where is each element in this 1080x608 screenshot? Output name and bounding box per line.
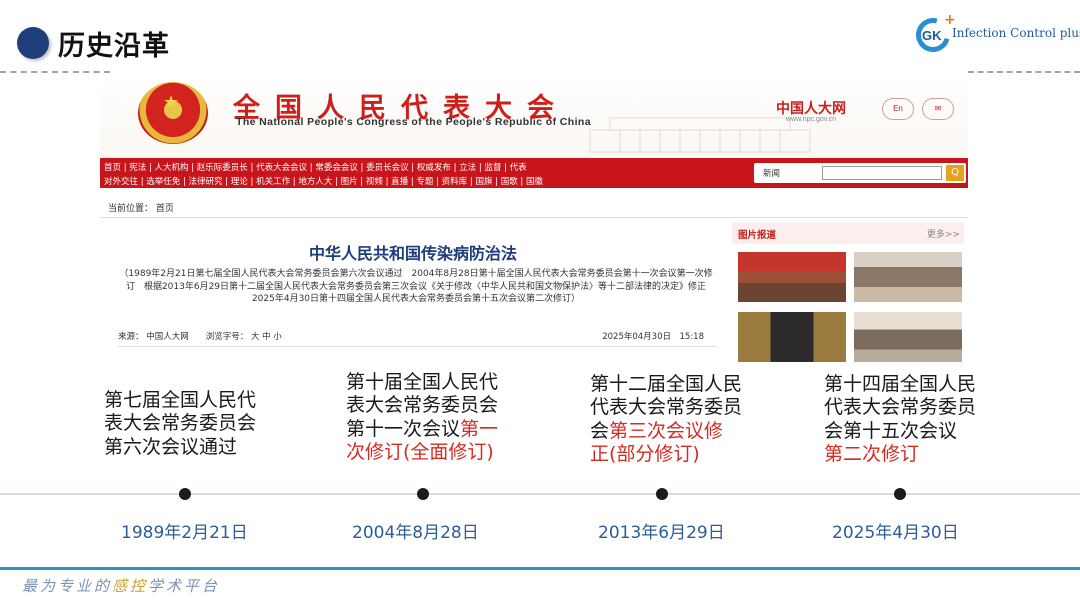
breadcrumb-text: 当前位置： 首页 [108,204,174,214]
photo-seminar [854,312,962,362]
nav-row-1: 首页 | 宪法 | 人大机构 | 赵乐际委员长 | 代表大会会议 | 常委会会议… [104,163,527,173]
timeline-event-highlight: 第三次会议修正(部分修订) [590,419,724,466]
npc-nav-bar: 首页 | 宪法 | 人大机构 | 赵乐际委员长 | 代表大会会议 | 常委会会议… [100,158,968,188]
nav-row-2: 对外交往 | 选举任免 | 法律研究 | 理论 | 机关工作 | 地方人大 | … [104,177,543,187]
slogan-part-1: 最为专业的 [22,577,113,595]
timeline-event-text: 第十四届全国人民代表大会常务委员会第十五次会议 [824,373,977,442]
title-dashed-rule [0,71,110,73]
timeline-date: 2025年4月30日 [832,523,959,543]
law-source: 来源： 中国人大网 浏览字号： 大 中 小 [118,332,282,342]
npc-webpage-screenshot: ★ 全国人民代表大会 The National People's Congres… [100,78,968,368]
logo-text: Infection Control plus [952,26,1080,40]
photo-conference-room [854,252,962,302]
search-category-label: 新闻 [763,169,781,179]
timeline-event-highlight: 第二次修订 [824,443,920,466]
npc-site-url: www.npc.gov.cn [786,116,837,123]
logo-letters: GK [922,28,942,43]
law-publish-date: 2025年04月30日 15:18 [602,332,704,342]
photo-handshake [738,312,846,362]
law-article: 中华人民共和国传染病防治法 （1989年2月21日第七届全国人民代表大会常务委员… [110,218,716,368]
timeline-event-4: 第十四届全国人民代表大会常务委员会第十五次会议第二次修订 [824,373,976,467]
npc-banner: ★ 全国人民代表大会 The National People's Congres… [100,78,968,158]
timeline-axis [0,493,1080,495]
timeline-dot [656,488,668,500]
footer-rule [0,567,1080,570]
slogan-part-2: 感控 [112,577,149,595]
slogan-part-3: 学术平台 [148,577,221,595]
photo-report-title: 图片报道 [738,230,777,241]
timeline-date: 1989年2月21日 [121,523,248,543]
english-button: En [882,98,914,120]
timeline-dot [179,488,191,500]
law-meta: 来源： 中国人大网 浏览字号： 大 中 小 2025年04月30日 15:18 [118,330,716,347]
photo-report-more: 更多>> [926,230,960,240]
npc-search: 新闻 Q [754,163,966,183]
emblem-star-icon: ★ [163,92,180,113]
timeline-date: 2004年8月28日 [352,523,479,543]
slide-title: 历史沿革 [58,31,170,62]
title-bullet-dot [17,27,49,59]
logo-dashed-rule [968,71,1080,73]
infection-control-plus-logo: GK + Infection Control plus [909,11,1080,59]
breadcrumb: 当前位置： 首页 [100,196,968,218]
law-revision-note: （1989年2月21日第七届全国人民代表大会常务委员会第六次会议通过 2004年… [119,269,716,304]
timeline-event-text: 第七届全国人民代表大会常务委员会第六次会议通过 [104,389,257,458]
footer-slogan: 最为专业的感控学术平台 [22,575,220,596]
search-input [822,166,942,180]
npc-name-en: The National People's Congress of the Pe… [236,116,591,128]
timeline-date: 2013年6月29日 [598,523,725,543]
law-title: 中华人民共和国传染病防治法 [308,244,517,263]
search-icon: Q [946,165,964,181]
timeline-dot [894,488,906,500]
npc-site-name: 中国人大网 [776,101,846,117]
timeline-event-3: 第十二届全国人民代表大会常务委员会第三次会议修正(部分修订) [590,373,742,467]
photo-report-header: 图片报道 更多>> [732,222,964,244]
photo-meeting-hall [738,252,846,302]
photo-report-panel: 图片报道 更多>> [732,222,968,368]
timeline-event-2: 第十届全国人民代表大会常务委员会第十一次会议第一次修订(全面修订) [346,371,516,465]
timeline-event-1: 第七届全国人民代表大会常务委员会第六次会议通过 [104,389,274,459]
mail-icon: ✉ [922,98,954,120]
timeline-dot [417,488,429,500]
